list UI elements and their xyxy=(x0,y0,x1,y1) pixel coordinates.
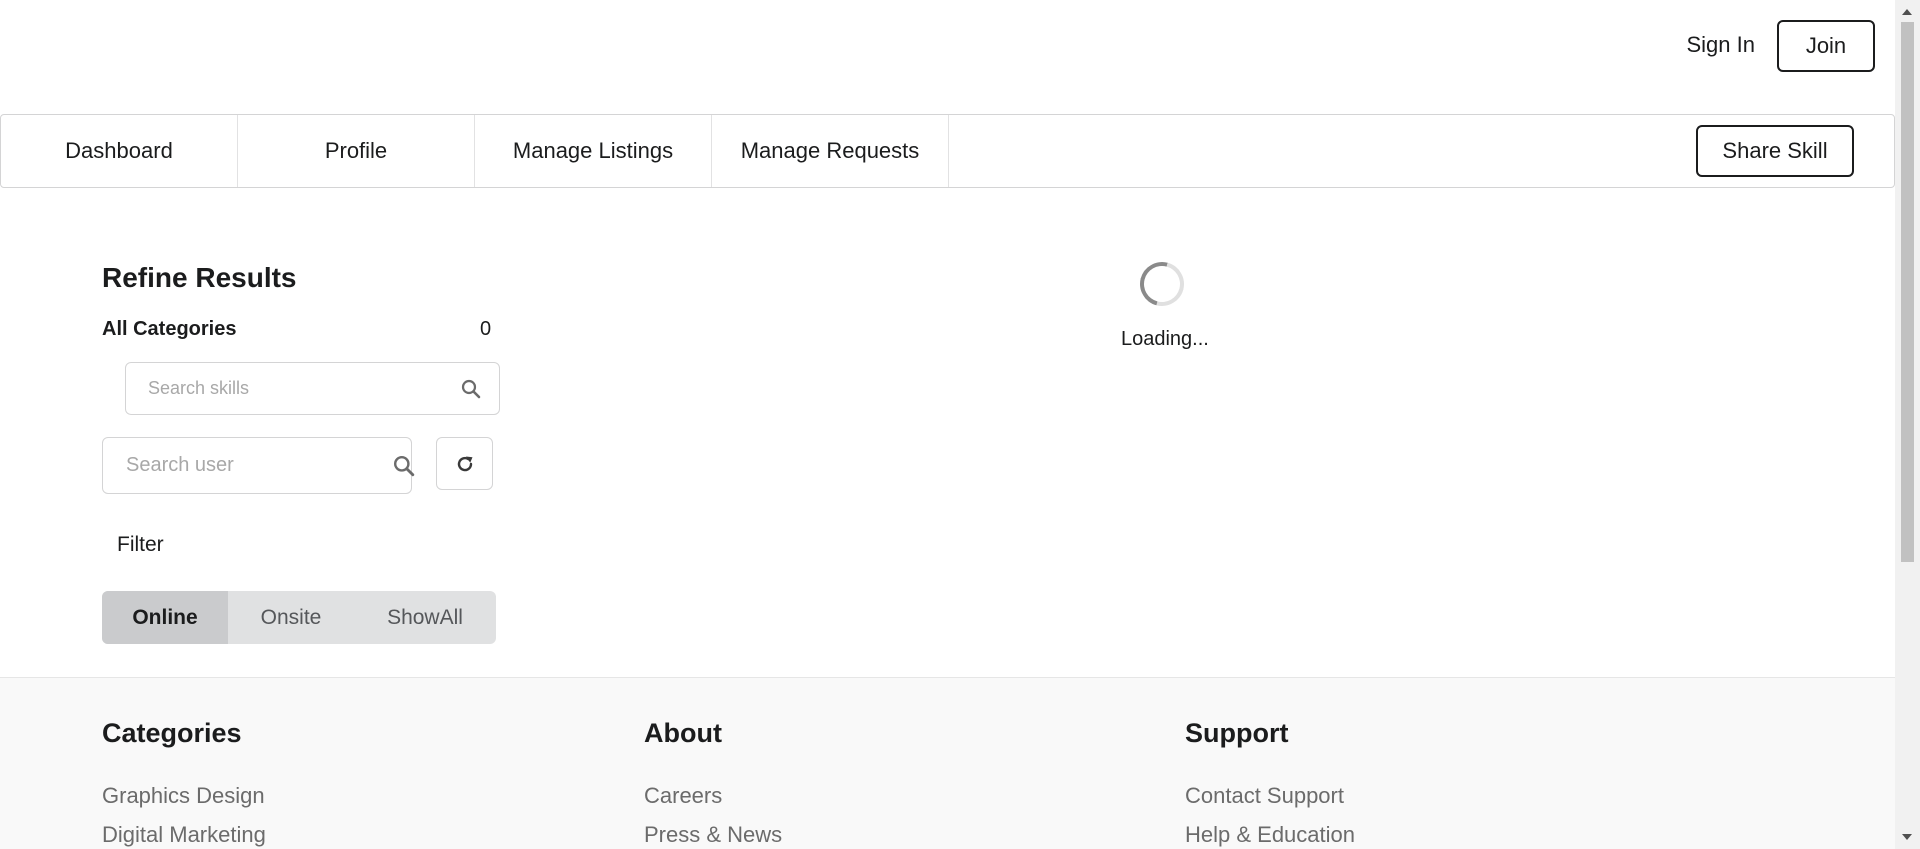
filter-label: Filter xyxy=(117,533,164,556)
loading-spinner-icon xyxy=(1131,253,1193,315)
refresh-icon xyxy=(455,454,475,474)
search-user-box xyxy=(102,437,415,494)
filter-showall-button[interactable]: ShowAll xyxy=(354,591,496,644)
footer-column-support: Support Contact Support Help & Education xyxy=(1185,718,1355,848)
footer-link[interactable]: Careers xyxy=(644,783,782,809)
page: Sign In Join Dashboard Profile Manage Li… xyxy=(0,0,1895,849)
footer-column-about: About Careers Press & News xyxy=(644,718,782,848)
footer-heading: About xyxy=(644,718,722,748)
main-menu: Dashboard Profile Manage Listings Manage… xyxy=(0,114,1895,188)
menu-item-dashboard[interactable]: Dashboard xyxy=(1,115,238,187)
filter-online-button[interactable]: Online xyxy=(102,591,228,644)
scroll-down-arrow-icon[interactable] xyxy=(1902,834,1912,840)
top-bar: Sign In Join xyxy=(0,0,1895,94)
refine-results-title: Refine Results xyxy=(102,262,297,293)
footer-column-categories: Categories Graphics Design Digital Marke… xyxy=(102,718,266,848)
join-button[interactable]: Join xyxy=(1777,20,1875,72)
footer-link[interactable]: Press & News xyxy=(644,822,782,848)
filter-segmented-control: Online Onsite ShowAll xyxy=(102,591,496,644)
search-icon[interactable] xyxy=(393,455,415,477)
footer-heading: Categories xyxy=(102,718,242,748)
search-skills-box xyxy=(125,362,500,415)
search-icon[interactable] xyxy=(461,379,481,399)
scrollbar-thumb[interactable] xyxy=(1901,22,1914,562)
menu-item-manage-requests[interactable]: Manage Requests xyxy=(712,115,949,187)
footer-link[interactable]: Help & Education xyxy=(1185,822,1355,848)
footer-link[interactable]: Contact Support xyxy=(1185,783,1355,809)
share-skill-button[interactable]: Share Skill xyxy=(1696,125,1854,177)
footer-heading: Support xyxy=(1185,718,1289,748)
refresh-button[interactable] xyxy=(436,437,493,490)
category-count: 0 xyxy=(480,318,492,340)
all-categories-label[interactable]: All Categories xyxy=(102,318,236,341)
footer-link[interactable]: Graphics Design xyxy=(102,783,266,809)
search-user-input[interactable] xyxy=(124,453,393,478)
footer: Categories Graphics Design Digital Marke… xyxy=(0,677,1895,849)
sign-in-link[interactable]: Sign In xyxy=(1687,32,1756,58)
filter-onsite-button[interactable]: Onsite xyxy=(228,591,354,644)
search-skills-input[interactable] xyxy=(146,377,461,400)
loading-text: Loading... xyxy=(1121,328,1209,350)
scroll-up-arrow-icon[interactable] xyxy=(1902,9,1912,15)
menu-item-profile[interactable]: Profile xyxy=(238,115,475,187)
vertical-scrollbar[interactable] xyxy=(1895,0,1920,849)
footer-link[interactable]: Digital Marketing xyxy=(102,822,266,848)
menu-item-manage-listings[interactable]: Manage Listings xyxy=(475,115,712,187)
